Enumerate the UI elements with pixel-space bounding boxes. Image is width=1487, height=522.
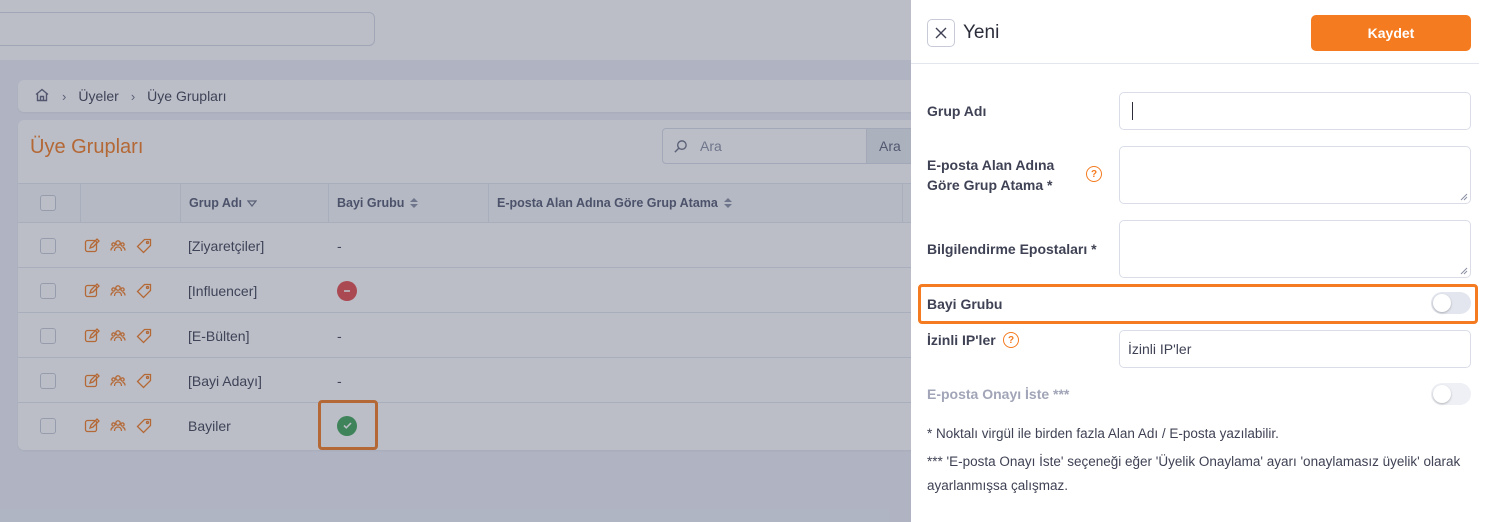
modal-backdrop[interactable] bbox=[0, 0, 911, 522]
save-button[interactable]: Kaydet bbox=[1311, 15, 1471, 51]
allowed-ips-label: İzinli IP'ler bbox=[927, 332, 996, 348]
drawer-header: Yeni Kaydet bbox=[911, 0, 1479, 64]
close-icon bbox=[935, 27, 947, 39]
email-domain-textarea[interactable] bbox=[1119, 146, 1471, 204]
help-icon[interactable]: ? bbox=[1003, 332, 1019, 348]
group-name-input[interactable] bbox=[1119, 92, 1471, 130]
drawer-title: Yeni bbox=[963, 22, 1000, 43]
email-confirmation-label: E-posta Onayı İste *** bbox=[927, 386, 1070, 402]
note-semicolon: * Noktalı virgül ile birden fazla Alan A… bbox=[927, 426, 1279, 441]
group-name-label: Grup Adı bbox=[927, 103, 987, 119]
dealer-group-label: Bayi Grubu bbox=[927, 296, 1003, 312]
notification-emails-textarea[interactable] bbox=[1119, 220, 1471, 278]
dealer-group-toggle[interactable] bbox=[1431, 292, 1471, 314]
help-icon[interactable]: ? bbox=[1086, 166, 1102, 182]
email-confirmation-toggle[interactable] bbox=[1431, 383, 1471, 405]
resize-grip-icon[interactable] bbox=[1460, 193, 1468, 201]
allowed-ips-input[interactable]: İzinli IP'ler bbox=[1119, 330, 1471, 368]
note-email-confirmation: *** 'E-posta Onayı İste' seçeneği eğer '… bbox=[927, 454, 1461, 493]
text-cursor bbox=[1132, 102, 1133, 120]
new-group-drawer: Yeni Kaydet Grup Adı E-posta Alan Adına … bbox=[911, 0, 1487, 522]
email-domain-label: E-posta Alan Adına Göre Grup Atama * bbox=[927, 157, 1055, 193]
notification-emails-label: Bilgilendirme Epostaları * bbox=[927, 241, 1097, 257]
close-button[interactable] bbox=[927, 19, 955, 47]
resize-grip-icon[interactable] bbox=[1460, 267, 1468, 275]
